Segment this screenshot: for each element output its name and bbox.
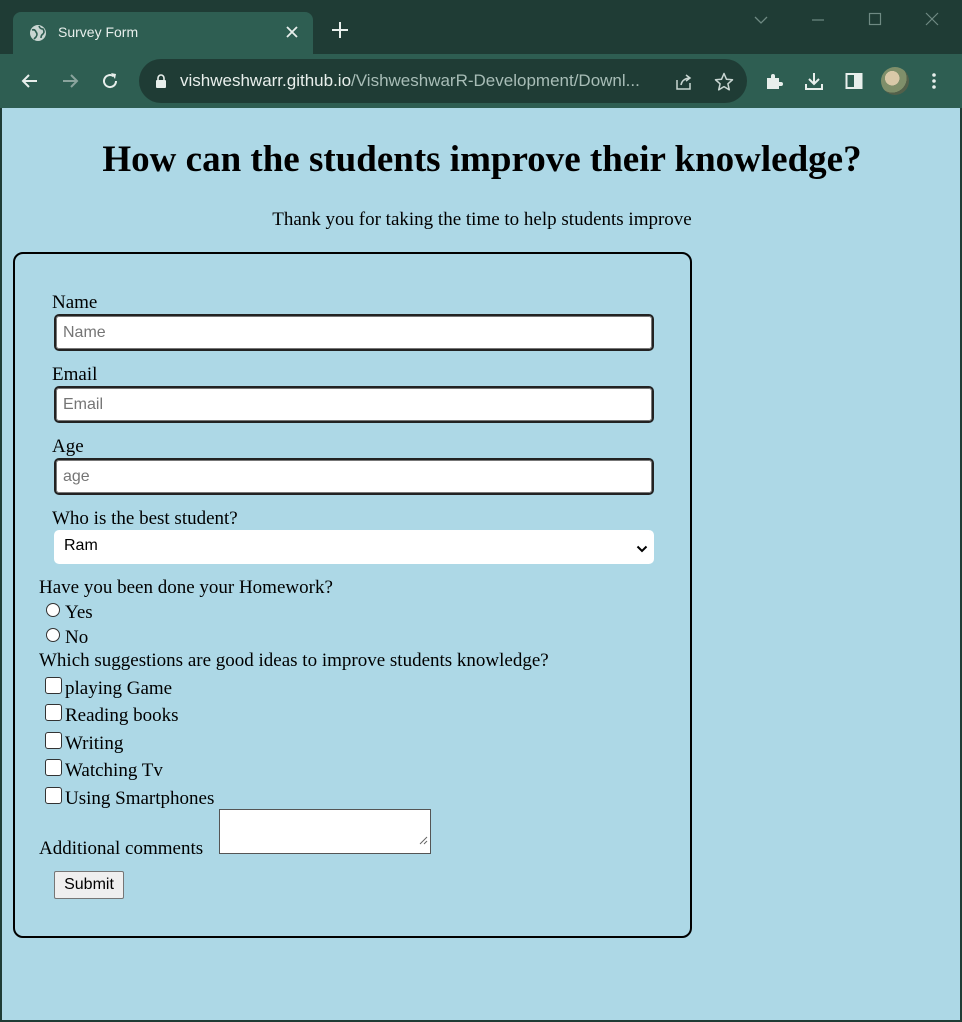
url-text: vishweshwarr.github.io/VishweshwarR-Deve…	[180, 71, 640, 91]
comments-label: Additional comments	[39, 838, 204, 859]
suggestion-checkbox[interactable]	[45, 732, 62, 749]
browser-toolbar: vishweshwarr.github.io/VishweshwarR-Deve…	[0, 54, 962, 108]
homework-no-label: No	[65, 627, 89, 648]
suggestions-question: Which suggestions are good ideas to impr…	[39, 650, 549, 671]
email-input[interactable]	[54, 386, 654, 423]
suggestion-checkbox[interactable]	[45, 704, 62, 721]
download-icon[interactable]	[799, 66, 829, 96]
plus-icon[interactable]	[328, 18, 352, 42]
page-description: Thank you for taking the time to help st…	[272, 209, 692, 230]
url-path: /VishweshwarR-Development/Downl...	[351, 71, 640, 90]
suggestion-label: Watching Tv	[65, 760, 163, 781]
homework-yes-radio[interactable]	[46, 603, 60, 617]
chevron-down-icon	[636, 541, 648, 559]
profile-avatar[interactable]	[881, 67, 909, 95]
lock-icon[interactable]	[153, 73, 169, 89]
resize-grip-icon[interactable]	[419, 829, 428, 851]
forward-arrow-icon[interactable]	[55, 66, 85, 96]
suggestion-checkbox[interactable]	[45, 759, 62, 776]
kebab-menu-icon[interactable]	[919, 66, 949, 96]
share-icon[interactable]	[673, 71, 695, 93]
tab-strip: Survey Form	[0, 0, 962, 54]
best-student-select[interactable]: Ram	[54, 530, 654, 564]
star-icon[interactable]	[713, 71, 735, 93]
minimize-icon[interactable]	[803, 8, 833, 32]
page-title: How can the students improve their knowl…	[102, 139, 862, 180]
globe-icon	[29, 24, 47, 42]
suggestion-label: playing Game	[65, 678, 173, 699]
suggestion-checkbox[interactable]	[45, 787, 62, 804]
chevron-down-icon[interactable]	[746, 8, 776, 32]
suggestion-checkbox[interactable]	[45, 677, 62, 694]
survey-form: Name Email Age Who is the best student? …	[13, 252, 692, 938]
age-input[interactable]	[54, 458, 654, 495]
age-label: Age	[52, 436, 84, 457]
name-input[interactable]	[54, 314, 654, 351]
best-student-selected: Ram	[64, 537, 98, 554]
reload-icon[interactable]	[95, 66, 125, 96]
back-arrow-icon[interactable]	[15, 66, 45, 96]
close-icon[interactable]	[281, 21, 303, 43]
browser-tab[interactable]: Survey Form	[13, 12, 313, 54]
email-label: Email	[52, 364, 98, 385]
suggestion-label: Reading books	[65, 705, 179, 726]
address-bar[interactable]: vishweshwarr.github.io/VishweshwarR-Deve…	[139, 59, 747, 103]
tab-title: Survey Form	[58, 24, 139, 40]
name-label: Name	[52, 292, 98, 313]
suggestion-label: Writing	[65, 733, 124, 754]
side-panel-icon[interactable]	[839, 66, 869, 96]
suggestion-label: Using Smartphones	[65, 788, 215, 809]
homework-question: Have you been done your Homework?	[39, 577, 333, 598]
submit-button[interactable]: Submit	[54, 871, 124, 899]
best-student-label: Who is the best student?	[52, 508, 238, 529]
close-window-icon[interactable]	[917, 8, 947, 32]
maximize-icon[interactable]	[860, 8, 890, 32]
page-viewport: How can the students improve their knowl…	[2, 108, 960, 1020]
puzzle-icon[interactable]	[759, 66, 789, 96]
comments-textarea[interactable]	[219, 809, 431, 854]
homework-yes-label: Yes	[65, 602, 93, 623]
url-host: vishweshwarr.github.io	[180, 71, 352, 90]
homework-no-radio[interactable]	[46, 628, 60, 642]
